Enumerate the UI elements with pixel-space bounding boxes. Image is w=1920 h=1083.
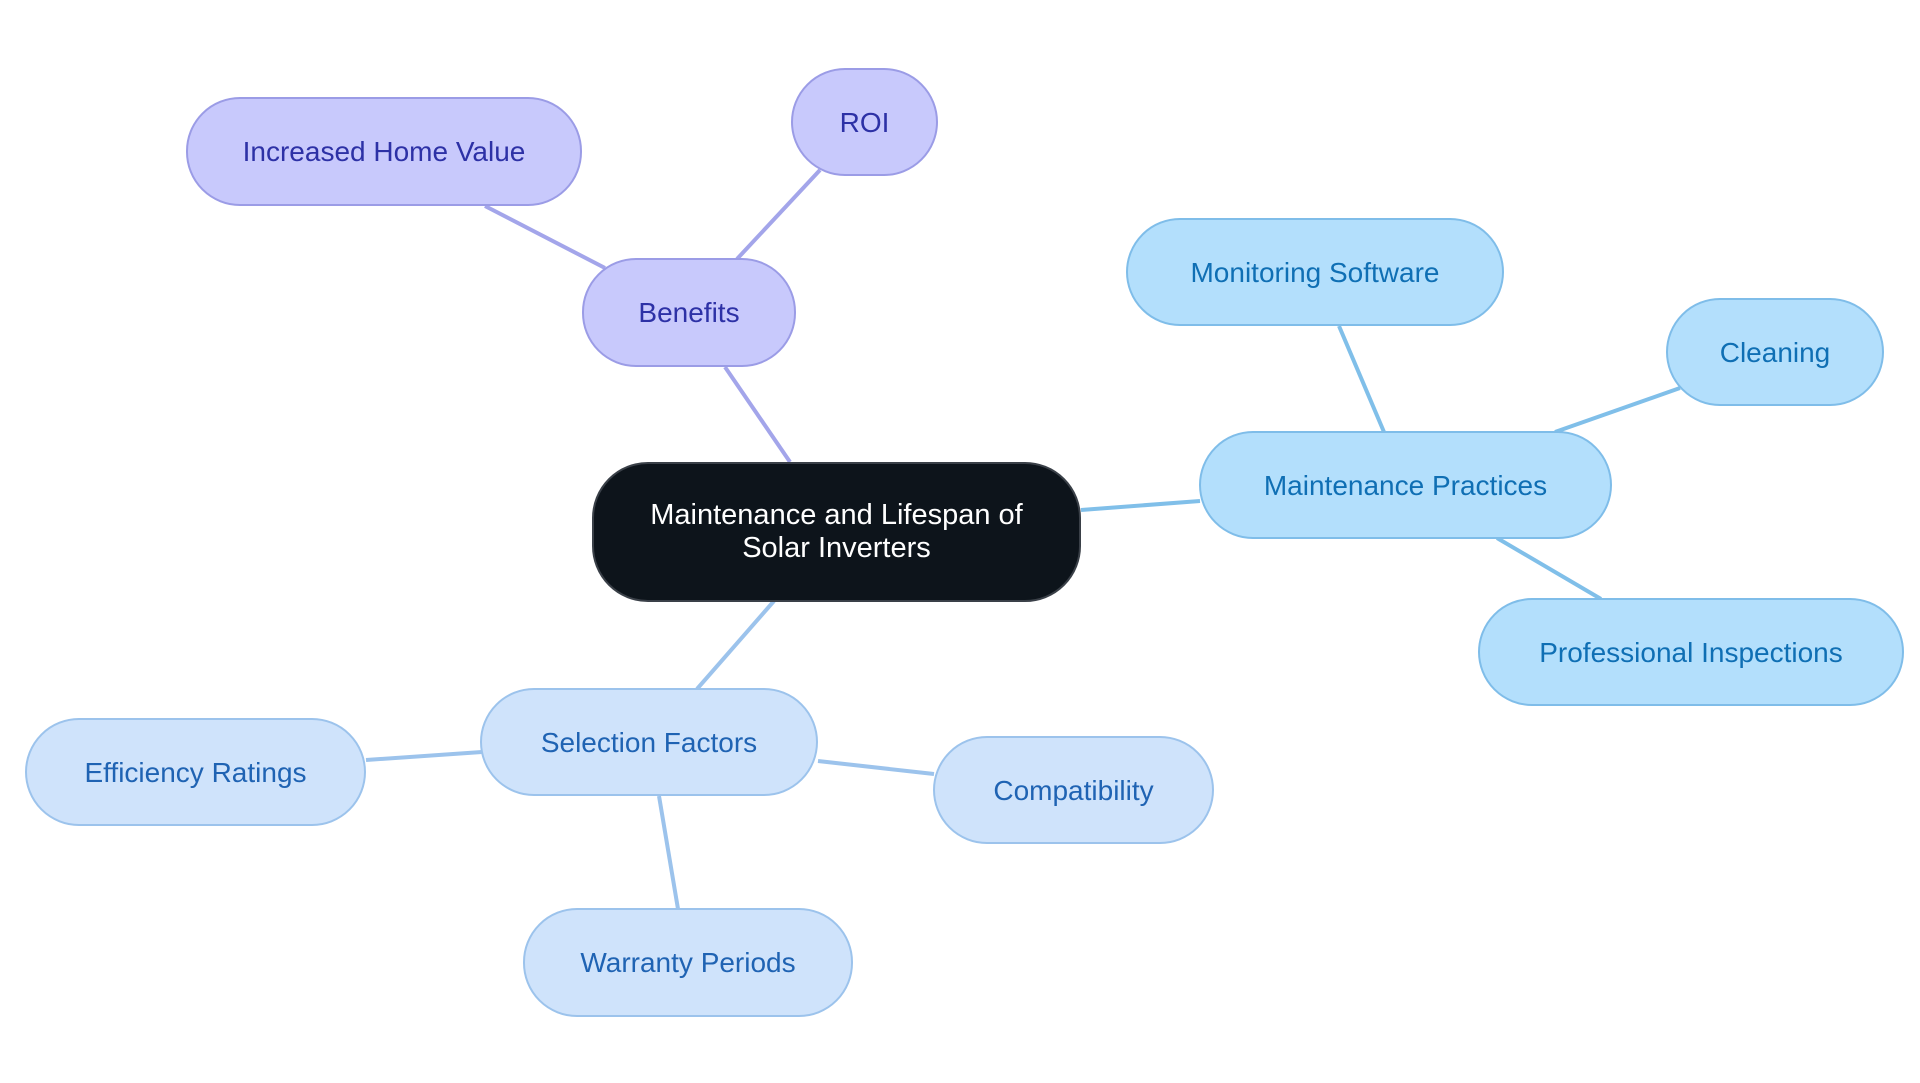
leaf-node-increased-home-value[interactable]: Increased Home Value: [186, 97, 582, 206]
branch-node-maintenance-practices[interactable]: Maintenance Practices: [1199, 431, 1612, 539]
branch-node-label: Selection Factors: [540, 726, 758, 758]
branch-node-selection-factors[interactable]: Selection Factors: [480, 688, 818, 796]
root-node-label: Maintenance and Lifespan of Solar Invert…: [650, 499, 1023, 564]
leaf-node-professional-inspections[interactable]: Professional Inspections: [1478, 598, 1904, 706]
branch-node-benefits[interactable]: Benefits: [582, 258, 796, 367]
edge-root-maintenance: [1080, 499, 1201, 512]
leaf-node-label: Warranty Periods: [580, 947, 796, 978]
edge-root-benefits: [723, 365, 792, 464]
edge-maintenance-cleaning: [1554, 386, 1681, 434]
edge-selection-warranty: [657, 795, 680, 910]
leaf-node-roi[interactable]: ROI: [791, 68, 938, 176]
edge-maintenance-monitoring: [1337, 325, 1386, 433]
leaf-node-label: Monitoring Software: [1190, 256, 1440, 288]
edge-benefits-increased-home-value: [484, 204, 606, 270]
leaf-node-label: Cleaning: [1719, 336, 1831, 368]
leaf-node-warranty-periods[interactable]: Warranty Periods: [523, 908, 853, 1017]
branch-node-label: Maintenance Practices: [1263, 469, 1548, 501]
edge-selection-efficiency: [365, 750, 483, 762]
leaf-node-monitoring-software[interactable]: Monitoring Software: [1126, 218, 1504, 326]
leaf-node-label: Efficiency Ratings: [84, 756, 307, 788]
leaf-node-compatibility[interactable]: Compatibility: [933, 736, 1214, 844]
leaf-node-label: Increased Home Value: [242, 136, 526, 167]
leaf-node-efficiency-ratings[interactable]: Efficiency Ratings: [25, 718, 366, 826]
edge-selection-compatibility: [817, 759, 935, 776]
edge-maintenance-inspections: [1495, 536, 1603, 601]
root-node[interactable]: Maintenance and Lifespan of Solar Invert…: [592, 462, 1081, 602]
leaf-node-label: Professional Inspections: [1539, 636, 1843, 668]
leaf-node-label: ROI: [839, 106, 890, 138]
edge-benefits-roi: [735, 168, 822, 261]
leaf-node-cleaning[interactable]: Cleaning: [1666, 298, 1884, 406]
branch-node-label: Benefits: [638, 297, 740, 328]
edge-root-selection: [695, 599, 776, 691]
leaf-node-label: Compatibility: [993, 774, 1154, 806]
